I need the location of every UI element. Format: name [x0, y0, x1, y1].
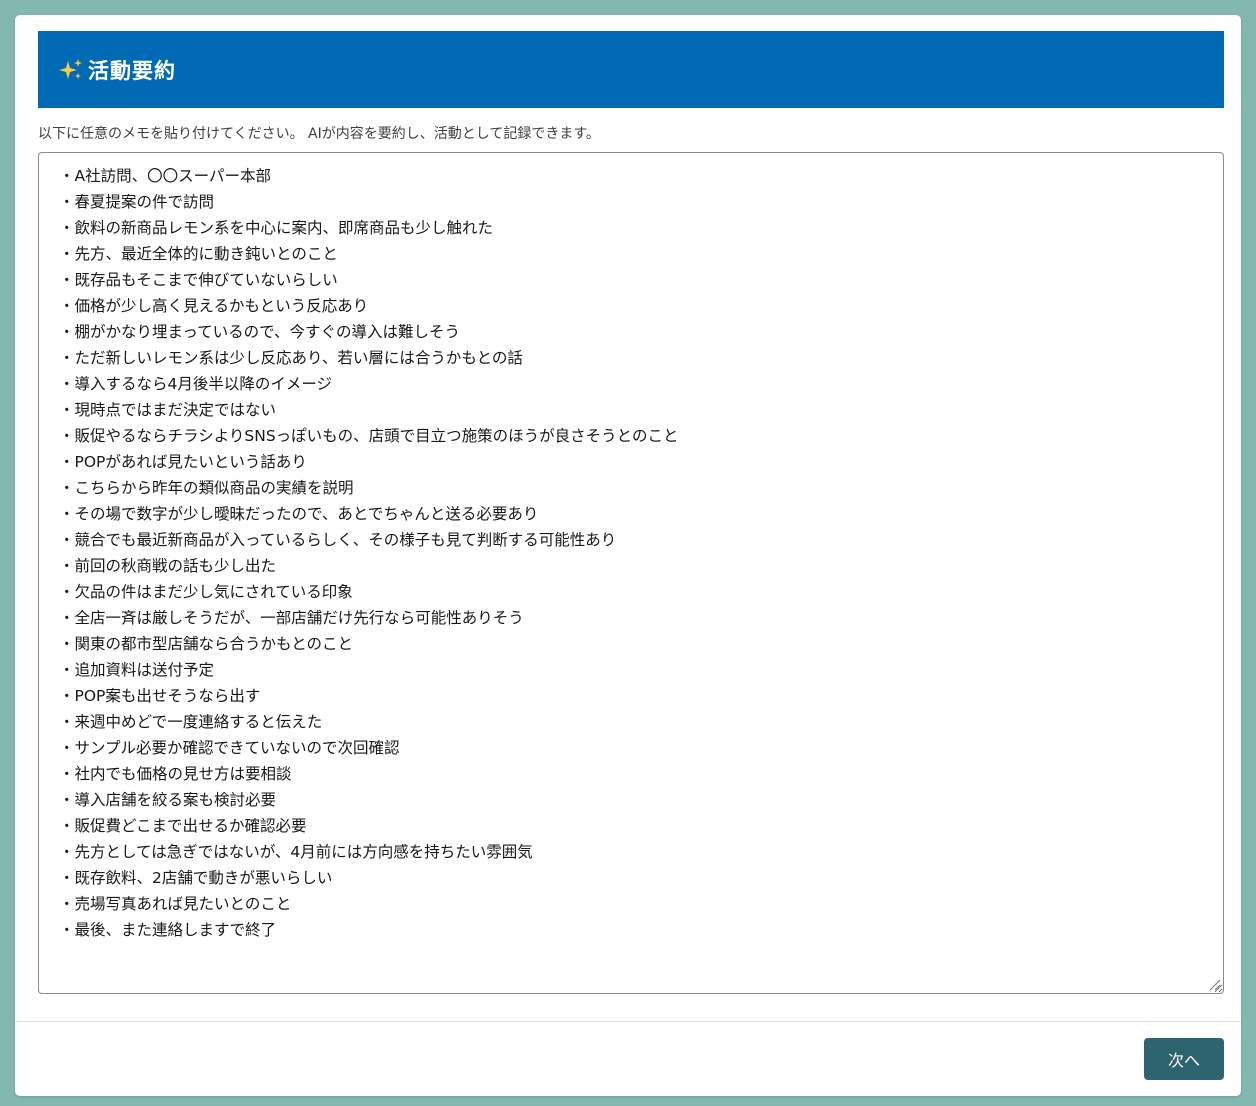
modal-title: 活動要約 — [88, 58, 176, 83]
modal-header: 活動要約 — [38, 31, 1224, 108]
activity-summary-modal: 活動要約 以下に任意のメモを貼り付けてください。 AIが内容を要約し、活動として… — [15, 15, 1241, 1096]
memo-input[interactable]: ・A社訪問、〇〇スーパー本部 ・春夏提案の件で訪問 ・飲料の新商品レモン系を中心… — [38, 152, 1224, 994]
sparkle-icon — [59, 58, 82, 79]
instruction-text: 以下に任意のメモを貼り付けてください。 AIが内容を要約し、活動として記録できま… — [38, 126, 600, 142]
footer-divider — [15, 1021, 1241, 1022]
next-button[interactable]: 次へ — [1144, 1038, 1224, 1080]
